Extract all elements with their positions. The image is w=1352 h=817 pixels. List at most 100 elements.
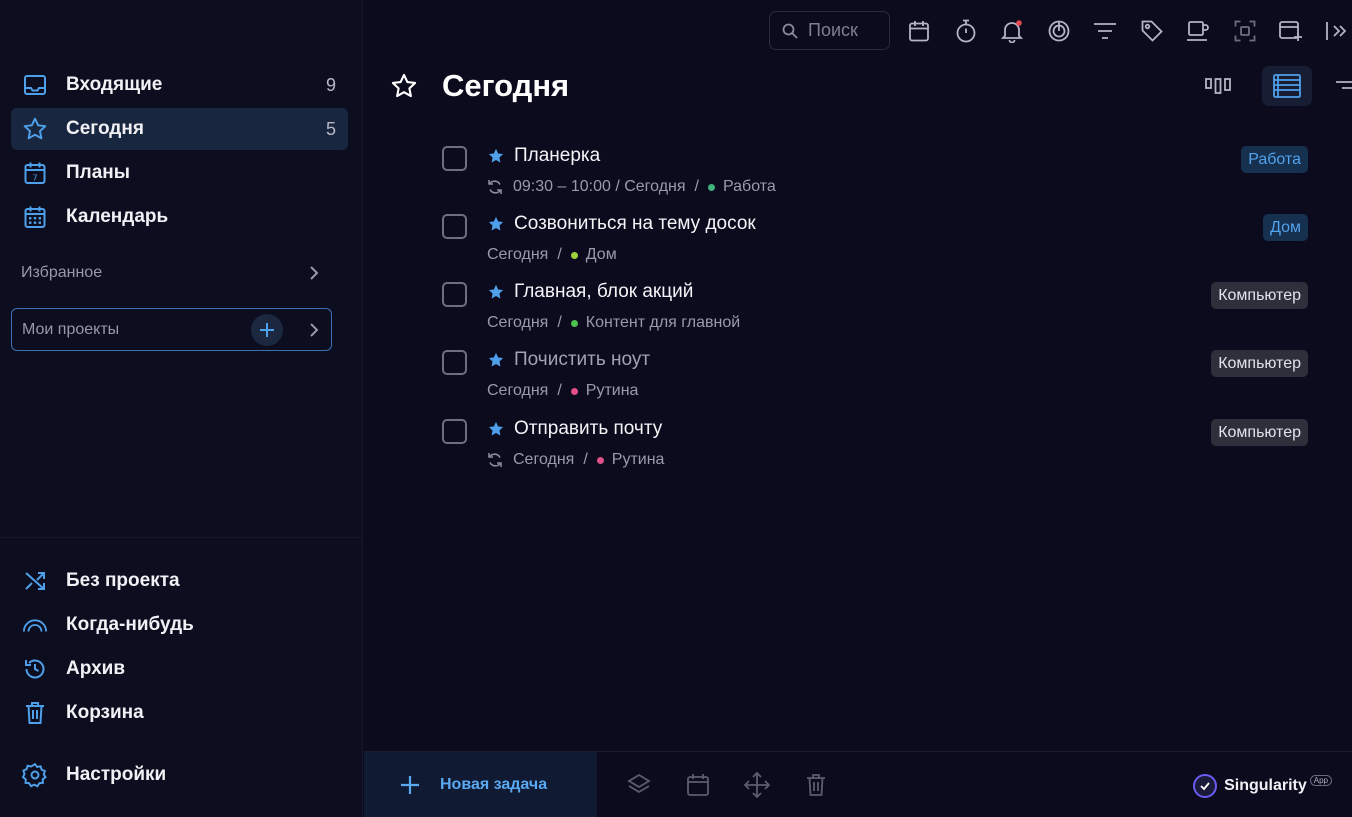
task-star-icon[interactable] (487, 420, 505, 438)
task-title[interactable]: Созвониться на тему досок (514, 213, 756, 235)
coffee-break-icon[interactable] (1184, 17, 1212, 45)
project-dot (570, 251, 578, 259)
sidebar-item-label: Корзина (66, 702, 144, 723)
task-row[interactable]: Созвониться на тему досок Сегодня / Дом Дом (442, 211, 1308, 269)
move-icon[interactable] (744, 772, 770, 798)
timer-icon[interactable] (952, 17, 980, 45)
new-task-button[interactable]: Новая задача (364, 752, 597, 817)
task-star-icon[interactable] (487, 147, 505, 165)
task-tag[interactable]: Компьютер (1211, 419, 1308, 446)
meta-separator: / (557, 314, 562, 331)
task-date: Сегодня (487, 382, 549, 399)
task-tag[interactable]: Компьютер (1211, 350, 1308, 377)
sidebar-item-label: Когда-нибудь (66, 614, 194, 635)
sidebar-item-plans[interactable]: 7 Планы (11, 152, 348, 194)
task-title[interactable]: Почистить ноут (514, 349, 650, 371)
sidebar-item-label: Настройки (66, 764, 167, 785)
svg-text:7: 7 (32, 174, 37, 183)
sidebar-item-calendar[interactable]: Календарь (11, 196, 348, 238)
task-meta: 09:30 – 10:00 / Сегодня / Работа (487, 177, 776, 197)
task-row[interactable]: Почистить ноут Сегодня / Рутина Компьютер (442, 347, 1308, 405)
add-project-button[interactable] (251, 314, 283, 346)
task-title[interactable]: Планерка (514, 145, 600, 167)
collapse-panel-icon[interactable] (1324, 17, 1348, 45)
sidebar-item-no-project[interactable]: Без проекта (11, 560, 348, 602)
task-meta: Сегодня / Контент для главной (487, 313, 740, 333)
task-tag[interactable]: Дом (1263, 214, 1308, 241)
project-dot (570, 387, 578, 395)
task-meta: Сегодня / Рутина (487, 381, 638, 401)
bell-icon[interactable] (998, 17, 1026, 45)
kanban-view-icon[interactable] (1196, 66, 1240, 106)
sidebar-item-someday[interactable]: Когда-нибудь (11, 604, 348, 646)
calendar-grid-icon (22, 204, 48, 230)
bottom-trash-icon[interactable] (803, 772, 829, 798)
my-projects-section[interactable]: Мои проекты (11, 308, 332, 351)
task-checkbox[interactable] (442, 350, 467, 375)
sidebar-item-settings[interactable]: Настройки (11, 754, 348, 796)
task-project[interactable]: Рутина (586, 382, 639, 400)
favorites-label: Избранное (21, 264, 103, 281)
task-project[interactable]: Дом (586, 246, 617, 264)
meta-separator: / (583, 451, 588, 468)
search-input[interactable]: Поиск (769, 11, 890, 50)
repeat-icon (487, 178, 503, 196)
sidebar-item-trash[interactable]: Корзина (11, 692, 348, 734)
layers-icon[interactable] (626, 772, 652, 798)
task-checkbox[interactable] (442, 214, 467, 239)
sidebar-item-label: Календарь (66, 206, 169, 227)
task-project[interactable]: Работа (723, 178, 776, 196)
task-checkbox[interactable] (442, 146, 467, 171)
search-icon (782, 23, 798, 39)
sidebar-item-inbox[interactable]: Входящие 9 (11, 64, 348, 106)
today-count: 5 (325, 118, 336, 139)
project-dot (596, 456, 604, 464)
meta-separator: / (557, 246, 562, 263)
tag-icon[interactable] (1138, 17, 1166, 45)
focus-target-icon[interactable] (1045, 17, 1073, 45)
favorites-section[interactable]: Избранное (11, 252, 331, 294)
task-star-icon[interactable] (487, 283, 505, 301)
task-date: Сегодня (487, 314, 549, 331)
page-header: Сегодня (390, 64, 569, 108)
sort-icon[interactable] (1332, 66, 1352, 106)
task-star-icon[interactable] (487, 351, 505, 369)
inbox-icon (22, 72, 48, 98)
bottom-calendar-icon[interactable] (685, 772, 711, 798)
screenshot-icon[interactable] (1231, 17, 1259, 45)
task-date: Сегодня (487, 246, 549, 263)
task-row[interactable]: Планерка 09:30 – 10:00 / Сегодня / Работа Ра… (442, 143, 1308, 201)
repeat-icon (487, 451, 503, 469)
gear-icon (22, 762, 48, 788)
list-view-icon[interactable] (1262, 66, 1312, 106)
task-row[interactable]: Отправить почту Сегодня / Рутина Компьютер (442, 416, 1308, 474)
add-window-icon[interactable] (1277, 17, 1305, 45)
sidebar-item-label: Архив (66, 658, 126, 679)
project-dot (707, 183, 715, 191)
brand-logo: Singularity App (1193, 774, 1332, 798)
sidebar-item-archive[interactable]: Архив (11, 648, 348, 690)
filter-icon[interactable] (1091, 17, 1119, 45)
task-title[interactable]: Главная, блок акций (514, 281, 693, 303)
task-tag[interactable]: Компьютер (1211, 282, 1308, 309)
history-icon (22, 656, 48, 682)
task-project[interactable]: Контент для главной (586, 314, 740, 332)
star-icon (22, 116, 48, 142)
task-row[interactable]: Главная, блок акций Сегодня / Контент для г… (442, 279, 1308, 337)
task-checkbox[interactable] (442, 282, 467, 307)
task-title[interactable]: Отправить почту (514, 418, 662, 440)
favorite-star-icon[interactable] (390, 72, 418, 100)
task-star-icon[interactable] (487, 215, 505, 233)
meta-separator: / (694, 178, 699, 195)
sidebar-item-today[interactable]: Сегодня 5 (11, 108, 348, 150)
new-task-label: Новая задача (440, 776, 548, 793)
sidebar-item-label: Планы (66, 162, 130, 183)
task-meta: Сегодня / Дом (487, 245, 617, 265)
task-meta: Сегодня / Рутина (487, 450, 664, 470)
plus-icon (401, 776, 419, 794)
task-tag[interactable]: Работа (1241, 146, 1308, 173)
calendar-icon[interactable] (905, 17, 933, 45)
task-project[interactable]: Рутина (612, 451, 665, 469)
task-checkbox[interactable] (442, 419, 467, 444)
bottom-bar: Новая задача Singularity App (364, 751, 1352, 817)
